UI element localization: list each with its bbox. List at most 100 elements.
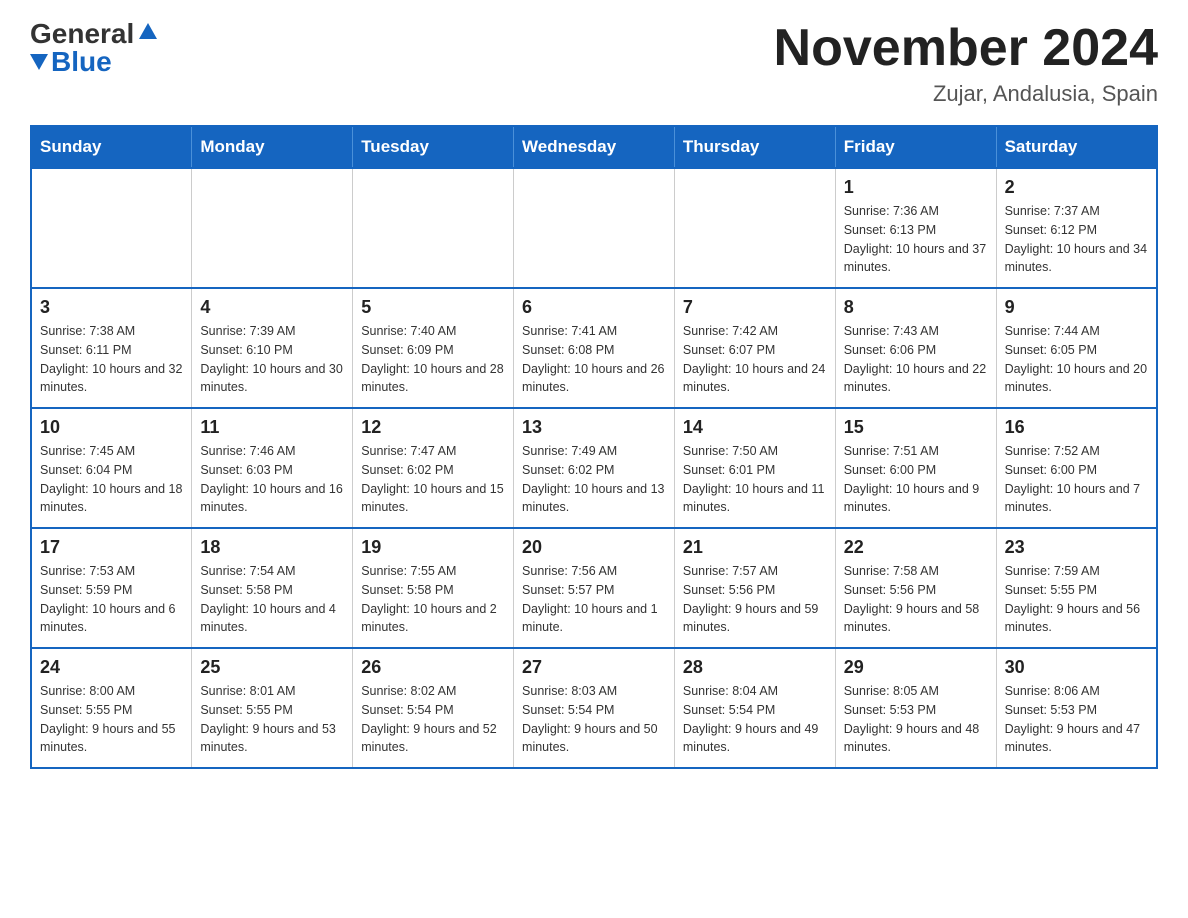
calendar-week-row: 24 Sunrise: 8:00 AM Sunset: 5:55 PM Dayli… (31, 648, 1157, 768)
day-info: Sunrise: 7:50 AM Sunset: 6:01 PM Dayligh… (683, 442, 827, 517)
logo-arrow-icon (139, 23, 157, 39)
calendar-day-cell: 14 Sunrise: 7:50 AM Sunset: 6:01 PM Dayli… (674, 408, 835, 528)
logo-blue-text: Blue (51, 48, 112, 76)
day-number: 8 (844, 297, 988, 318)
calendar-week-row: 17Sunrise: 7:53 AM Sunset: 5:59 PM Dayli… (31, 528, 1157, 648)
day-number: 2 (1005, 177, 1148, 198)
calendar-day-cell: 16Sunrise: 7:52 AM Sunset: 6:00 PM Dayli… (996, 408, 1157, 528)
day-info: Sunrise: 8:05 AM Sunset: 5:53 PM Dayligh… (844, 682, 988, 757)
day-number: 6 (522, 297, 666, 318)
day-info: Sunrise: 7:42 AM Sunset: 6:07 PM Dayligh… (683, 322, 827, 397)
day-number: 14 (683, 417, 827, 438)
day-info: Sunrise: 7:37 AM Sunset: 6:12 PM Dayligh… (1005, 202, 1148, 277)
calendar-week-row: 1Sunrise: 7:36 AM Sunset: 6:13 PM Daylig… (31, 168, 1157, 288)
day-number: 18 (200, 537, 344, 558)
day-number: 20 (522, 537, 666, 558)
day-info: Sunrise: 7:47 AM Sunset: 6:02 PM Dayligh… (361, 442, 505, 517)
calendar-day-cell: 30 Sunrise: 8:06 AM Sunset: 5:53 PM Dayli… (996, 648, 1157, 768)
calendar-day-cell: 5Sunrise: 7:40 AM Sunset: 6:09 PM Daylig… (353, 288, 514, 408)
day-number: 28 (683, 657, 827, 678)
logo: General Blue (30, 20, 157, 76)
calendar-day-cell: 2 Sunrise: 7:37 AM Sunset: 6:12 PM Daylig… (996, 168, 1157, 288)
day-number: 15 (844, 417, 988, 438)
day-info: Sunrise: 7:57 AM Sunset: 5:56 PM Dayligh… (683, 562, 827, 637)
calendar-header-row: SundayMondayTuesdayWednesdayThursdayFrid… (31, 126, 1157, 168)
day-number: 12 (361, 417, 505, 438)
day-number: 21 (683, 537, 827, 558)
calendar-empty-cell (31, 168, 192, 288)
day-of-week-header: Saturday (996, 126, 1157, 168)
calendar-day-cell: 27 Sunrise: 8:03 AM Sunset: 5:54 PM Dayli… (514, 648, 675, 768)
day-info: Sunrise: 7:39 AM Sunset: 6:10 PM Dayligh… (200, 322, 344, 397)
calendar-empty-cell (192, 168, 353, 288)
day-number: 10 (40, 417, 183, 438)
day-number: 4 (200, 297, 344, 318)
calendar-day-cell: 8Sunrise: 7:43 AM Sunset: 6:06 PM Daylig… (835, 288, 996, 408)
day-info: Sunrise: 8:03 AM Sunset: 5:54 PM Dayligh… (522, 682, 666, 757)
day-number: 11 (200, 417, 344, 438)
calendar-day-cell: 11 Sunrise: 7:46 AM Sunset: 6:03 PM Dayli… (192, 408, 353, 528)
calendar-day-cell: 18 Sunrise: 7:54 AM Sunset: 5:58 PM Dayli… (192, 528, 353, 648)
calendar-day-cell: 17Sunrise: 7:53 AM Sunset: 5:59 PM Dayli… (31, 528, 192, 648)
calendar-day-cell: 9Sunrise: 7:44 AM Sunset: 6:05 PM Daylig… (996, 288, 1157, 408)
calendar-day-cell: 19 Sunrise: 7:55 AM Sunset: 5:58 PM Dayli… (353, 528, 514, 648)
day-number: 1 (844, 177, 988, 198)
day-number: 7 (683, 297, 827, 318)
day-number: 29 (844, 657, 988, 678)
day-info: Sunrise: 7:46 AM Sunset: 6:03 PM Dayligh… (200, 442, 344, 517)
day-number: 25 (200, 657, 344, 678)
calendar-empty-cell (674, 168, 835, 288)
day-info: Sunrise: 8:02 AM Sunset: 5:54 PM Dayligh… (361, 682, 505, 757)
day-info: Sunrise: 8:04 AM Sunset: 5:54 PM Dayligh… (683, 682, 827, 757)
day-number: 22 (844, 537, 988, 558)
calendar-day-cell: 21 Sunrise: 7:57 AM Sunset: 5:56 PM Dayli… (674, 528, 835, 648)
day-info: Sunrise: 7:58 AM Sunset: 5:56 PM Dayligh… (844, 562, 988, 637)
page-header: General Blue November 2024 Zujar, Andalu… (30, 20, 1158, 107)
day-of-week-header: Friday (835, 126, 996, 168)
day-info: Sunrise: 7:49 AM Sunset: 6:02 PM Dayligh… (522, 442, 666, 517)
day-of-week-header: Sunday (31, 126, 192, 168)
calendar-week-row: 10 Sunrise: 7:45 AM Sunset: 6:04 PM Dayli… (31, 408, 1157, 528)
calendar-day-cell: 12 Sunrise: 7:47 AM Sunset: 6:02 PM Dayli… (353, 408, 514, 528)
calendar-table: SundayMondayTuesdayWednesdayThursdayFrid… (30, 125, 1158, 769)
day-number: 19 (361, 537, 505, 558)
day-of-week-header: Monday (192, 126, 353, 168)
day-number: 24 (40, 657, 183, 678)
calendar-day-cell: 28 Sunrise: 8:04 AM Sunset: 5:54 PM Dayli… (674, 648, 835, 768)
day-info: Sunrise: 8:06 AM Sunset: 5:53 PM Dayligh… (1005, 682, 1148, 757)
calendar-day-cell: 13 Sunrise: 7:49 AM Sunset: 6:02 PM Dayli… (514, 408, 675, 528)
logo-arrow2-icon (30, 54, 48, 70)
calendar-day-cell: 6Sunrise: 7:41 AM Sunset: 6:08 PM Daylig… (514, 288, 675, 408)
calendar-day-cell: 15 Sunrise: 7:51 AM Sunset: 6:00 PM Dayli… (835, 408, 996, 528)
day-of-week-header: Wednesday (514, 126, 675, 168)
calendar-day-cell: 26 Sunrise: 8:02 AM Sunset: 5:54 PM Dayli… (353, 648, 514, 768)
calendar-day-cell: 25 Sunrise: 8:01 AM Sunset: 5:55 PM Dayli… (192, 648, 353, 768)
day-number: 13 (522, 417, 666, 438)
calendar-day-cell: 24 Sunrise: 8:00 AM Sunset: 5:55 PM Dayli… (31, 648, 192, 768)
day-number: 16 (1005, 417, 1148, 438)
day-number: 5 (361, 297, 505, 318)
calendar-day-cell: 1Sunrise: 7:36 AM Sunset: 6:13 PM Daylig… (835, 168, 996, 288)
day-number: 26 (361, 657, 505, 678)
day-info: Sunrise: 7:38 AM Sunset: 6:11 PM Dayligh… (40, 322, 183, 397)
title-block: November 2024 Zujar, Andalusia, Spain (774, 20, 1158, 107)
logo-general-text: General (30, 20, 134, 48)
day-info: Sunrise: 7:51 AM Sunset: 6:00 PM Dayligh… (844, 442, 988, 517)
calendar-day-cell: 4 Sunrise: 7:39 AM Sunset: 6:10 PM Daylig… (192, 288, 353, 408)
calendar-empty-cell (353, 168, 514, 288)
day-info: Sunrise: 7:59 AM Sunset: 5:55 PM Dayligh… (1005, 562, 1148, 637)
day-info: Sunrise: 8:01 AM Sunset: 5:55 PM Dayligh… (200, 682, 344, 757)
calendar-week-row: 3Sunrise: 7:38 AM Sunset: 6:11 PM Daylig… (31, 288, 1157, 408)
day-number: 30 (1005, 657, 1148, 678)
day-info: Sunrise: 7:44 AM Sunset: 6:05 PM Dayligh… (1005, 322, 1148, 397)
day-number: 23 (1005, 537, 1148, 558)
month-title: November 2024 (774, 20, 1158, 77)
day-info: Sunrise: 8:00 AM Sunset: 5:55 PM Dayligh… (40, 682, 183, 757)
day-info: Sunrise: 7:54 AM Sunset: 5:58 PM Dayligh… (200, 562, 344, 637)
day-info: Sunrise: 7:45 AM Sunset: 6:04 PM Dayligh… (40, 442, 183, 517)
calendar-day-cell: 10 Sunrise: 7:45 AM Sunset: 6:04 PM Dayli… (31, 408, 192, 528)
calendar-day-cell: 20Sunrise: 7:56 AM Sunset: 5:57 PM Dayli… (514, 528, 675, 648)
day-number: 27 (522, 657, 666, 678)
calendar-day-cell: 7 Sunrise: 7:42 AM Sunset: 6:07 PM Daylig… (674, 288, 835, 408)
day-info: Sunrise: 7:55 AM Sunset: 5:58 PM Dayligh… (361, 562, 505, 637)
